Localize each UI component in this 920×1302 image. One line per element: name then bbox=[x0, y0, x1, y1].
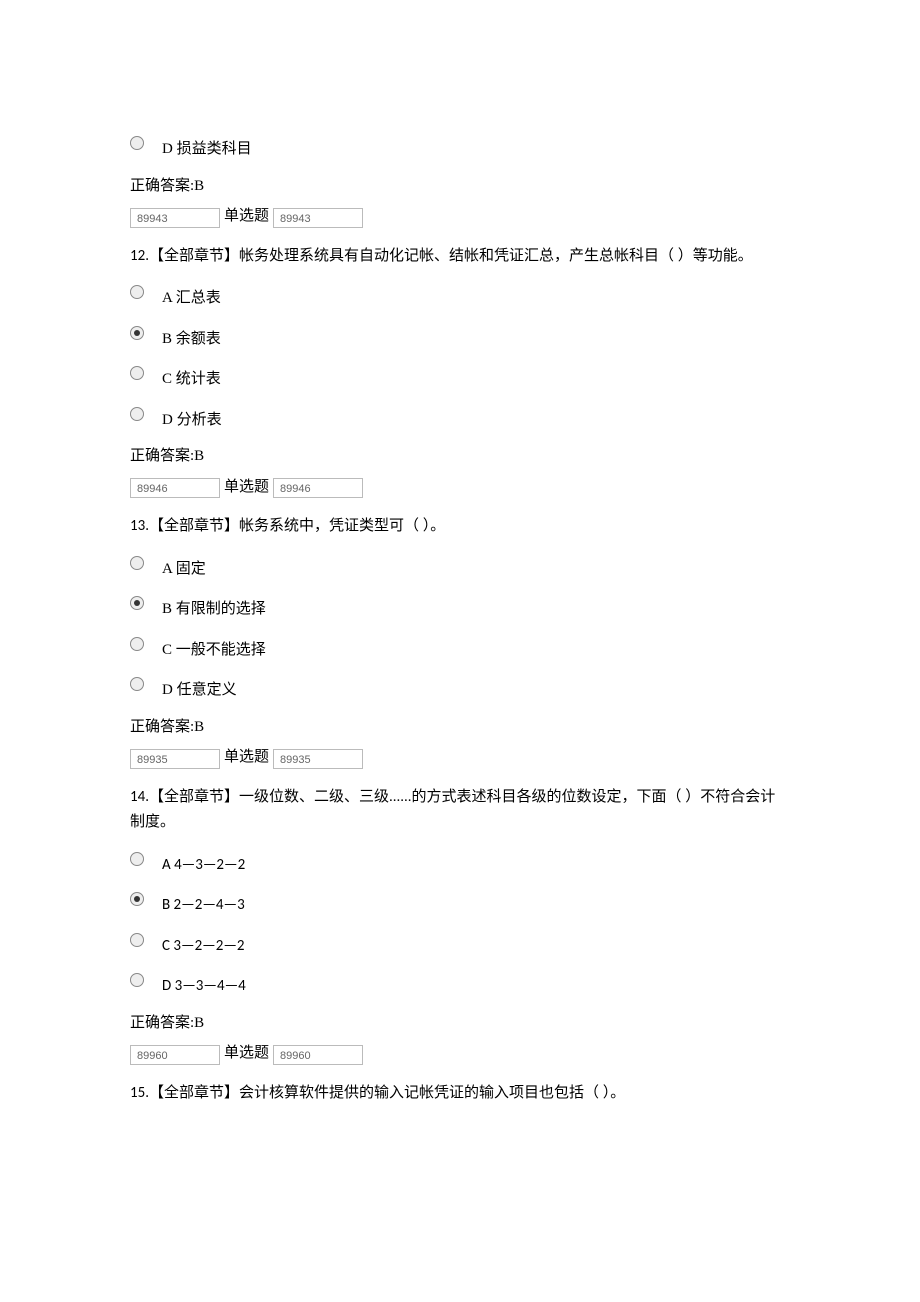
question-body: 【全部章节】帐务系统中，凭证类型可（ ）。 bbox=[149, 518, 445, 534]
code-input-2[interactable]: 89943 bbox=[273, 208, 363, 228]
radio-icon bbox=[130, 852, 144, 866]
question-number: 15. bbox=[130, 1084, 149, 1102]
option-label: D 3—3—4—4 bbox=[162, 971, 246, 998]
q12-correct-answer: 正确答案:B bbox=[130, 445, 790, 468]
radio-icon bbox=[130, 136, 144, 150]
radio-icon bbox=[130, 407, 144, 421]
q15-text: 15.【全部章节】会计核算软件提供的输入记帐凭证的输入项目也包括（ ）。 bbox=[130, 1081, 790, 1107]
q13-option-c[interactable]: C 一般不能选择 bbox=[130, 635, 790, 662]
code-input-2[interactable]: 89946 bbox=[273, 478, 363, 498]
option-label: A 汇总表 bbox=[162, 283, 221, 310]
question-type-label: 单选题 bbox=[224, 205, 269, 228]
q13-correct-answer: 正确答案:B bbox=[130, 716, 790, 739]
question-type-label: 单选题 bbox=[224, 746, 269, 769]
code-input-1[interactable]: 89935 bbox=[130, 749, 220, 769]
option-label: B 有限制的选择 bbox=[162, 594, 266, 621]
question-body: 【全部章节】会计核算软件提供的输入记帐凭证的输入项目也包括（ ）。 bbox=[149, 1085, 625, 1101]
q12-option-b[interactable]: B 余额表 bbox=[130, 324, 790, 351]
code-input-1[interactable]: 89946 bbox=[130, 478, 220, 498]
radio-icon bbox=[130, 973, 144, 987]
code-input-2[interactable]: 89960 bbox=[273, 1045, 363, 1065]
code-input-1[interactable]: 89943 bbox=[130, 208, 220, 228]
radio-icon-selected bbox=[130, 892, 144, 906]
option-label: A 4—3—2—2 bbox=[162, 850, 245, 877]
q14-option-c[interactable]: C 3—2—2—2 bbox=[130, 931, 790, 958]
radio-icon bbox=[130, 677, 144, 691]
option-label: C 3—2—2—2 bbox=[162, 931, 245, 958]
q12-text: 12.【全部章节】帐务处理系统具有自动化记帐、结帐和凭证汇总，产生总帐科目（ ）… bbox=[130, 244, 790, 270]
question-type-label: 单选题 bbox=[224, 476, 269, 499]
option-label: D 损益类科目 bbox=[162, 134, 252, 161]
question-type-label: 单选题 bbox=[224, 1042, 269, 1065]
code-input-2[interactable]: 89935 bbox=[273, 749, 363, 769]
option-label: C 统计表 bbox=[162, 364, 221, 391]
q14-option-a[interactable]: A 4—3—2—2 bbox=[130, 850, 790, 877]
radio-icon-selected bbox=[130, 596, 144, 610]
q13-text: 13.【全部章节】帐务系统中，凭证类型可（ ）。 bbox=[130, 514, 790, 540]
q12-option-d[interactable]: D 分析表 bbox=[130, 405, 790, 432]
question-number: 13. bbox=[130, 517, 149, 535]
q13-option-b[interactable]: B 有限制的选择 bbox=[130, 594, 790, 621]
q11-option-d[interactable]: D 损益类科目 bbox=[130, 134, 790, 161]
question-number: 12. bbox=[130, 247, 149, 265]
q12-option-a[interactable]: A 汇总表 bbox=[130, 283, 790, 310]
q13-option-a[interactable]: A 固定 bbox=[130, 554, 790, 581]
q13-option-d[interactable]: D 任意定义 bbox=[130, 675, 790, 702]
radio-icon bbox=[130, 366, 144, 380]
q11-metadata-row: 89943 单选题 89943 bbox=[130, 205, 790, 228]
q11-correct-answer: 正确答案:B bbox=[130, 175, 790, 198]
q14-metadata-row: 89960 单选题 89960 bbox=[130, 1042, 790, 1065]
radio-icon-selected bbox=[130, 326, 144, 340]
option-label: C 一般不能选择 bbox=[162, 635, 266, 662]
radio-icon bbox=[130, 556, 144, 570]
q14-correct-answer: 正确答案:B bbox=[130, 1012, 790, 1035]
option-label: D 任意定义 bbox=[162, 675, 237, 702]
question-body: 【全部章节】一级位数、二级、三级......的方式表述科目各级的位数设定，下面（… bbox=[130, 789, 775, 831]
option-label: A 固定 bbox=[162, 554, 206, 581]
code-input-1[interactable]: 89960 bbox=[130, 1045, 220, 1065]
radio-icon bbox=[130, 637, 144, 651]
option-label: B 2—2—4—3 bbox=[162, 890, 245, 917]
question-number: 14. bbox=[130, 788, 149, 806]
q12-metadata-row: 89946 单选题 89946 bbox=[130, 476, 790, 499]
radio-icon bbox=[130, 285, 144, 299]
q14-option-b[interactable]: B 2—2—4—3 bbox=[130, 890, 790, 917]
question-body: 【全部章节】帐务处理系统具有自动化记帐、结帐和凭证汇总，产生总帐科目（ ）等功能… bbox=[149, 248, 753, 264]
q14-option-d[interactable]: D 3—3—4—4 bbox=[130, 971, 790, 998]
radio-icon bbox=[130, 933, 144, 947]
q13-metadata-row: 89935 单选题 89935 bbox=[130, 746, 790, 769]
q14-text: 14.【全部章节】一级位数、二级、三级......的方式表述科目各级的位数设定，… bbox=[130, 785, 790, 836]
q12-option-c[interactable]: C 统计表 bbox=[130, 364, 790, 391]
option-label: D 分析表 bbox=[162, 405, 222, 432]
option-label: B 余额表 bbox=[162, 324, 221, 351]
